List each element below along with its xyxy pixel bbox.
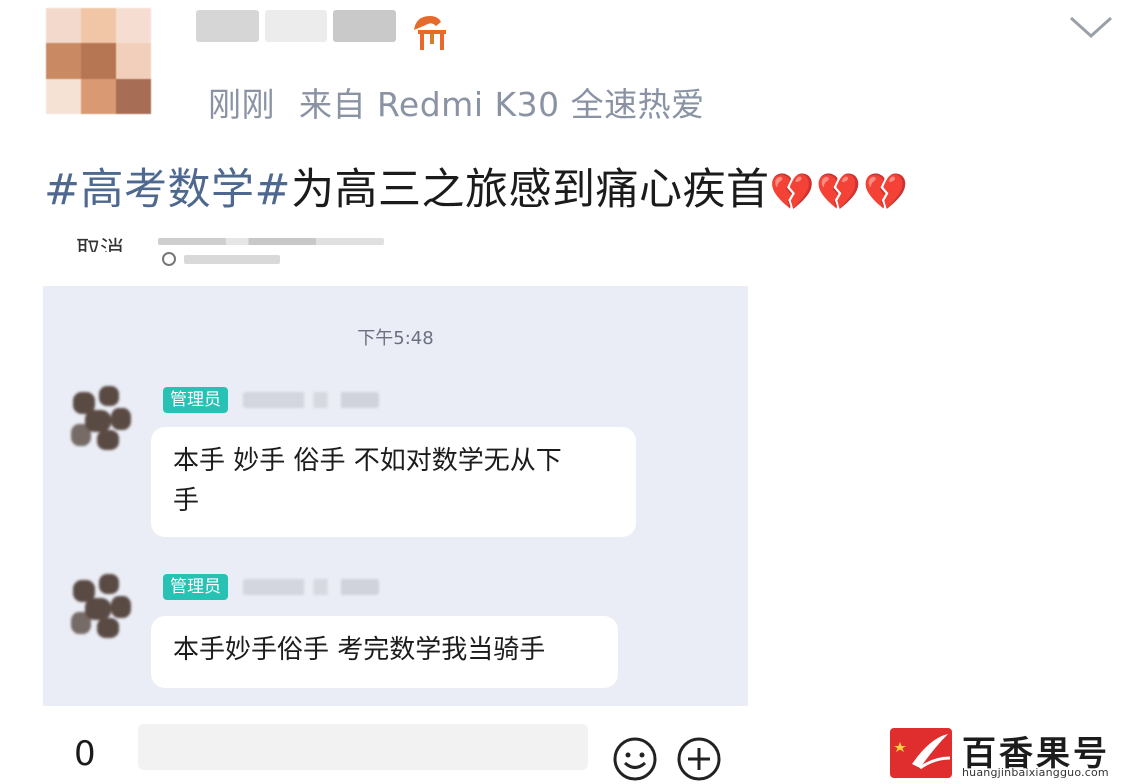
post-content: #高考数学#为高三之旅感到痛心疾首💔💔💔 bbox=[44, 155, 910, 217]
comment-input-redacted[interactable] bbox=[138, 724, 588, 770]
post-meta: 刚刚 来自 Redmi K30 全速热爱 bbox=[208, 78, 705, 126]
author-name-redacted[interactable] bbox=[196, 10, 397, 42]
chevron-down-icon[interactable] bbox=[1068, 14, 1114, 40]
post-body: 为高三之旅感到痛心疾首 bbox=[291, 165, 770, 215]
chat-bubble: 本手 妙手 俗手 不如对数学无从下 手 bbox=[151, 427, 636, 537]
chat-timestamp: 下午5:48 bbox=[357, 328, 434, 349]
chat-avatar bbox=[67, 384, 137, 454]
post-source: 来自 Redmi K30 全速热爱 bbox=[299, 85, 705, 124]
sender-name-redacted bbox=[243, 579, 379, 595]
post-time: 刚刚 bbox=[208, 85, 275, 124]
chat-avatar bbox=[67, 572, 137, 642]
admin-badge: 管理员 bbox=[163, 387, 228, 413]
hashtag-link[interactable]: #高考数学# bbox=[44, 165, 291, 215]
chat-screenshot: 下午5:48 管理员 本手 妙手 俗手 不如对数学无从下 手 管理员 本手妙手俗… bbox=[43, 286, 748, 706]
sender-name-redacted bbox=[243, 392, 379, 408]
chat-bubble: 本手妙手俗手 考完数学我当骑手 bbox=[151, 616, 618, 688]
watermark-url: huangjinbaixiangguo.com bbox=[962, 766, 1109, 779]
smile-icon[interactable] bbox=[612, 736, 658, 782]
message-line: 本手妙手俗手 考完数学我当骑手 bbox=[173, 635, 546, 665]
message-line: 本手 妙手 俗手 不如对数学无从下 bbox=[173, 446, 562, 476]
author-avatar[interactable] bbox=[46, 8, 186, 114]
plus-icon[interactable] bbox=[676, 736, 722, 782]
vip-icon bbox=[414, 16, 446, 50]
message-line: 手 bbox=[173, 486, 200, 516]
clock-icon bbox=[162, 252, 176, 266]
comment-count[interactable]: 0 bbox=[74, 734, 96, 774]
admin-badge: 管理员 bbox=[163, 574, 228, 600]
screenshot-header-redacted bbox=[158, 238, 384, 268]
brand-logo-icon bbox=[890, 728, 952, 778]
screenshot-cancel-label: 取消 bbox=[76, 236, 124, 252]
broken-heart-emojis: 💔💔💔 bbox=[769, 172, 911, 213]
